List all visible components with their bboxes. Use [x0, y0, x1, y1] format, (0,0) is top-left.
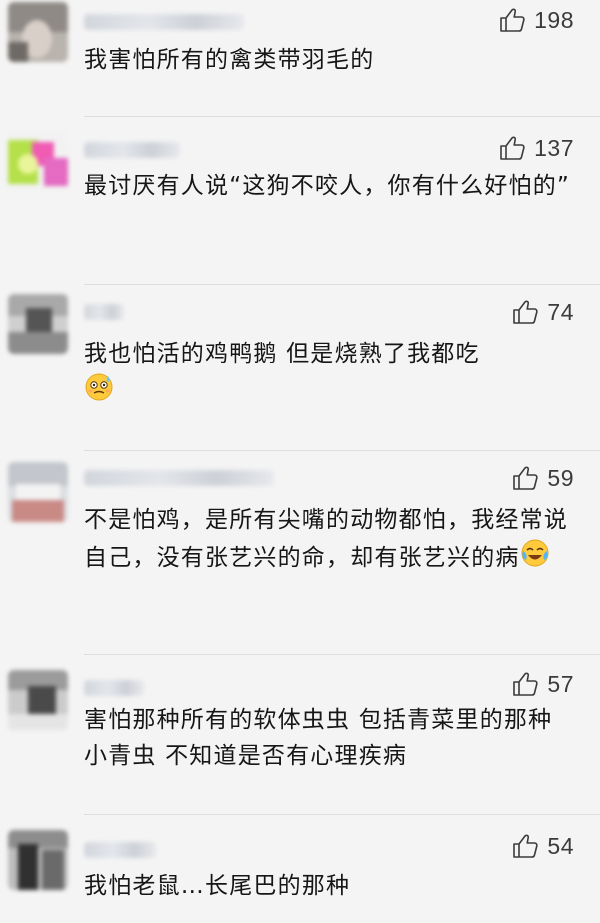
- comment-item: 198 我害怕所有的禽类带羽毛的: [0, 0, 600, 118]
- like-count: 137: [534, 134, 574, 161]
- avatar[interactable]: [8, 670, 68, 730]
- like-count: 59: [547, 464, 574, 491]
- avatar[interactable]: [8, 2, 68, 62]
- comment-text: 不是怕鸡，是所有尖嘴的动物都怕，我经常说自己，没有张艺兴的命，却有张艺兴的病: [84, 502, 574, 579]
- thumbs-up-icon: [513, 466, 539, 490]
- username[interactable]: [84, 142, 180, 158]
- thumbs-up-icon: [513, 300, 539, 324]
- avatar[interactable]: [8, 462, 68, 522]
- like-button[interactable]: 137: [498, 132, 574, 164]
- like-count: 198: [534, 6, 574, 33]
- divider: [84, 654, 600, 655]
- divider: [84, 814, 600, 815]
- username[interactable]: [84, 680, 144, 696]
- sweat-smile-emoji: [84, 372, 114, 413]
- username[interactable]: [84, 842, 156, 858]
- like-count: 57: [547, 670, 574, 697]
- avatar[interactable]: [8, 294, 68, 354]
- comment-text-body: 不是怕鸡，是所有尖嘴的动物都怕，我经常说自己，没有张艺兴的命，却有张艺兴的病: [84, 507, 568, 571]
- thumbs-up-icon: [500, 136, 525, 160]
- like-count: 74: [547, 298, 574, 325]
- comment-text: 我害怕所有的禽类带羽毛的: [84, 47, 375, 73]
- like-count: 54: [547, 832, 574, 859]
- like-button[interactable]: 59: [511, 462, 574, 494]
- username[interactable]: [84, 304, 124, 320]
- comment-item: 137 最讨厌有人说“这狗不咬人，你有什么好怕的”: [0, 118, 600, 286]
- divider: [84, 450, 600, 451]
- divider: [84, 116, 600, 117]
- like-button[interactable]: 57: [511, 668, 574, 700]
- avatar[interactable]: [8, 130, 68, 190]
- thumbs-up-icon: [500, 8, 525, 32]
- comment-item: 74 我也怕活的鸡鸭鹅 但是烧熟了我都吃: [0, 286, 600, 452]
- thumbs-up-icon: [513, 834, 539, 858]
- comment-text: 最讨厌有人说“这狗不咬人，你有什么好怕的”: [84, 173, 571, 199]
- username[interactable]: [84, 470, 274, 486]
- comment-text: 我怕老鼠…长尾巴的那种: [84, 873, 351, 899]
- comment-item: 54 我怕老鼠…长尾巴的那种: [0, 816, 600, 923]
- username[interactable]: [84, 14, 244, 30]
- comment-feed: 198 我害怕所有的禽类带羽毛的 137 最讨厌有人说“这狗不咬人，你有什么好怕…: [0, 0, 600, 923]
- crying-laughing-emoji: [520, 538, 550, 579]
- divider: [84, 284, 600, 285]
- like-button[interactable]: 198: [498, 4, 574, 36]
- comment-item: 57 害怕那种所有的软体虫虫 包括青菜里的那种小青虫 不知道是否有心理疾病: [0, 656, 600, 816]
- comment-text: 我也怕活的鸡鸭鹅 但是烧熟了我都吃: [84, 336, 574, 413]
- comment-text: 害怕那种所有的软体虫虫 包括青菜里的那种小青虫 不知道是否有心理疾病: [84, 707, 553, 769]
- thumbs-up-icon: [513, 672, 539, 696]
- avatar[interactable]: [8, 830, 68, 890]
- comment-item: 59 不是怕鸡，是所有尖嘴的动物都怕，我经常说自己，没有张艺兴的命，却有张艺兴的…: [0, 452, 600, 656]
- like-button[interactable]: 74: [511, 296, 574, 328]
- comment-text-body: 我也怕活的鸡鸭鹅 但是烧熟了我都吃: [84, 341, 480, 367]
- like-button[interactable]: 54: [511, 830, 574, 862]
